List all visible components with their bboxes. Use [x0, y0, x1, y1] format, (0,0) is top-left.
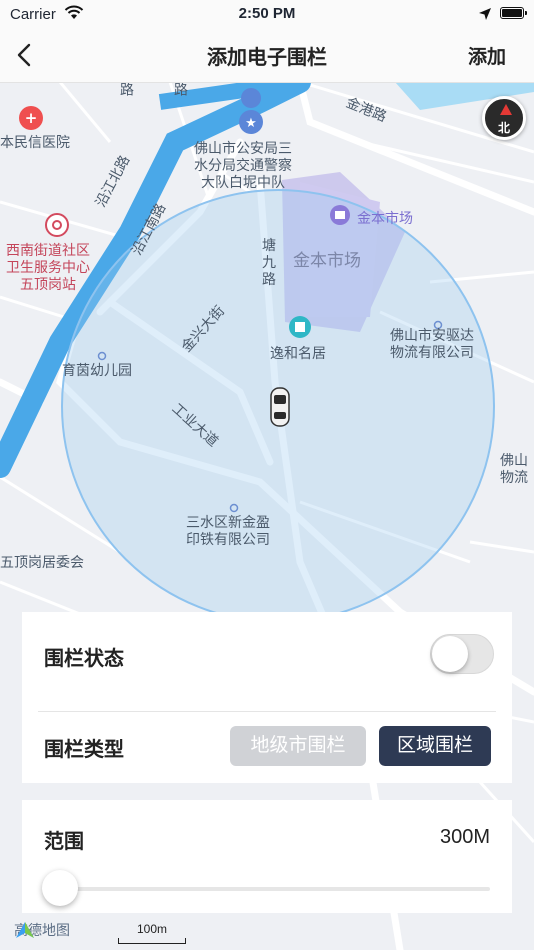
map-label-jinben-area: 金本市场 — [293, 251, 361, 270]
map-scale-bar — [118, 938, 186, 944]
map-label-anqu: 佛山市安驱达 物流有限公司 — [390, 327, 474, 360]
fence-type-label: 围栏类型 — [44, 739, 124, 761]
add-button[interactable]: 添加 — [468, 42, 506, 69]
range-label: 范围 — [44, 831, 84, 853]
status-bar: Carrier 2:50 PM — [0, 0, 534, 28]
map-label-road: 路 — [119, 82, 135, 97]
map-label-police: 佛山市公安局三 水分局交通警察 大队白坭中队 — [194, 140, 292, 190]
divider — [38, 711, 496, 712]
compass-arrow-icon — [500, 104, 512, 115]
svg-text:★: ★ — [245, 116, 257, 131]
fence-status-toggle[interactable] — [430, 634, 494, 674]
range-slider-thumb[interactable] — [42, 870, 78, 906]
svg-text:+: + — [25, 109, 38, 127]
map-label-tangjiu-road: 塘九路 — [262, 237, 276, 287]
navigation-bar: 添加电子围栏 添加 — [0, 28, 534, 83]
map-label-hospital: 本民信医院 — [0, 134, 70, 150]
map-logo: 高德地图 — [14, 920, 70, 940]
map-label-wuding: 五顶岗居委会 — [0, 554, 84, 570]
amap-logo-icon — [16, 922, 34, 938]
battery-icon — [500, 7, 527, 19]
map-label-yihe: 逸和名居 — [270, 345, 326, 361]
clock: 2:50 PM — [238, 5, 296, 22]
region-fence-button[interactable]: 区域围栏 — [379, 726, 491, 766]
vehicle-marker — [270, 387, 290, 427]
compass-label: 北 — [497, 121, 510, 135]
toggle-knob — [432, 636, 468, 672]
range-value: 300M — [439, 826, 490, 848]
location-arrow-icon — [479, 8, 491, 20]
range-slider-track[interactable] — [60, 887, 490, 891]
fence-status-label: 围栏状态 — [44, 648, 124, 670]
city-fence-button[interactable]: 地级市围栏 — [230, 726, 366, 766]
map-label-foshan: 佛山 物流 — [500, 452, 528, 485]
map-scale: 100m — [118, 922, 186, 944]
range-panel: 范围 300M — [22, 800, 512, 913]
map-label-xinjin: 三水区新金盈 印铁有限公司 — [186, 514, 270, 547]
map-label-clinic: 西南街道社区 卫生服务中心 五顶岗站 — [6, 242, 90, 292]
map-label-yujun: 育茵幼儿园 — [62, 362, 132, 378]
page-title: 添加电子围栏 — [207, 47, 327, 69]
map-scale-label: 100m — [136, 922, 168, 936]
map-label-jinben-poi: 金本市场 — [357, 210, 413, 226]
fence-settings-panel: 围栏状态 围栏类型 地级市围栏 区域围栏 — [22, 612, 512, 783]
compass-button[interactable]: 北 — [482, 96, 526, 140]
map-label-road: 路 — [173, 82, 189, 97]
